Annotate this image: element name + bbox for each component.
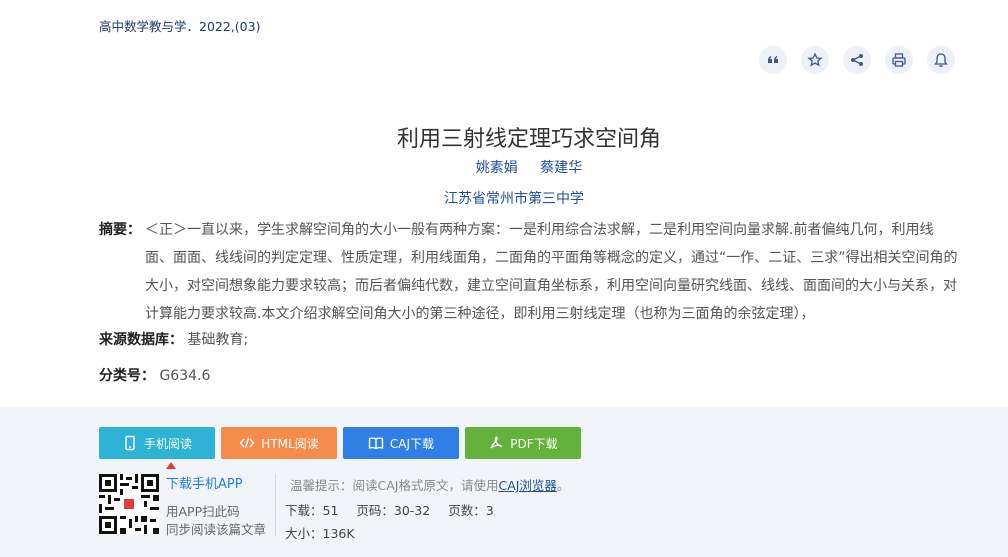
abstract-label: 摘要： (99, 222, 141, 238)
read-download-buttons: 手机阅读 HTML阅读 CAJ下载 PDF下载 (99, 427, 581, 459)
tip-suffix: 。 (556, 478, 570, 493)
print-icon (892, 53, 906, 67)
source-value[interactable]: 基础教育; (187, 332, 248, 348)
phone-icon (125, 435, 135, 451)
page-count: 页数：3 (448, 503, 494, 518)
active-pointer-icon (166, 462, 176, 469)
mobile-read-button[interactable]: 手机阅读 (99, 427, 215, 459)
pdf-download-button[interactable]: PDF下载 (465, 427, 581, 459)
classification-value: G634.6 (159, 368, 211, 384)
html-read-button[interactable]: HTML阅读 (221, 427, 337, 459)
article-stats: 下载：51 页码：30-32 页数：3 (285, 500, 508, 519)
scan-hint-line: 用APP扫此码 (166, 504, 240, 519)
cite-button[interactable] (759, 46, 787, 74)
classification-label: 分类号： (99, 368, 155, 384)
file-size: 大小：136K (285, 526, 355, 541)
source-label: 来源数据库： (99, 332, 183, 348)
source-database: 来源数据库： 基础教育; (99, 326, 248, 354)
notify-button[interactable] (927, 46, 955, 74)
abstract-section: 摘要： ＜正＞一直以来，学生求解空间角的大小一般有两种方案：一是利用综合法求解，… (99, 216, 961, 328)
author-link[interactable]: 姚素娟 (476, 160, 518, 176)
page-range: 页码：30-32 (356, 503, 431, 518)
share-icon (851, 54, 863, 66)
article-title: 利用三射线定理巧求空间角 (396, 126, 661, 152)
mobile-read-label: 手机阅读 (143, 436, 192, 451)
download-count: 下载：51 (285, 503, 339, 518)
bell-icon (934, 53, 948, 67)
share-button[interactable] (843, 46, 871, 74)
quote-icon (768, 56, 778, 63)
html-read-label: HTML阅读 (261, 436, 319, 451)
favorite-button[interactable] (801, 46, 829, 74)
scan-hint-line: 同步阅读该篇文章 (166, 522, 267, 537)
caj-download-button[interactable]: CAJ下载 (343, 427, 459, 459)
download-panel: 手机阅读 HTML阅读 CAJ下载 PDF下载 下载手机APP 用APP扫此码 … (0, 407, 1008, 557)
journal-source[interactable]: 高中数学教与学．2022,(03) (99, 16, 260, 35)
organization-link[interactable]: 江苏省常州市第三中学 (0, 188, 1008, 208)
caj-download-label: CAJ下载 (389, 436, 435, 451)
download-app-link[interactable]: 下载手机APP (166, 473, 243, 492)
caj-tip: 温馨提示：阅读CAJ格式原文，请使用CAJ浏览器。 (290, 475, 569, 494)
author-list: 姚素娟 蔡建华 (0, 157, 1008, 177)
app-scan-hint: 用APP扫此码 同步阅读该篇文章 (166, 503, 266, 539)
author-link[interactable]: 蔡建华 (540, 160, 582, 176)
star-icon (807, 52, 823, 67)
classification-number: 分类号： G634.6 (99, 362, 210, 390)
pdf-icon (490, 436, 503, 449)
caj-browser-link[interactable]: CAJ浏览器 (498, 478, 556, 493)
tip-text: 温馨提示：阅读CAJ格式原文，请使用 (290, 478, 499, 493)
article-toolbar (759, 46, 955, 74)
book-icon (368, 437, 384, 450)
app-qr-code (99, 474, 159, 534)
divider (275, 474, 276, 536)
pdf-download-label: PDF下载 (510, 436, 558, 451)
print-button[interactable] (885, 46, 913, 74)
code-icon (239, 437, 255, 449)
abstract-text: ＜正＞一直以来，学生求解空间角的大小一般有两种方案：一是利用综合法求解，二是利用… (145, 222, 958, 322)
